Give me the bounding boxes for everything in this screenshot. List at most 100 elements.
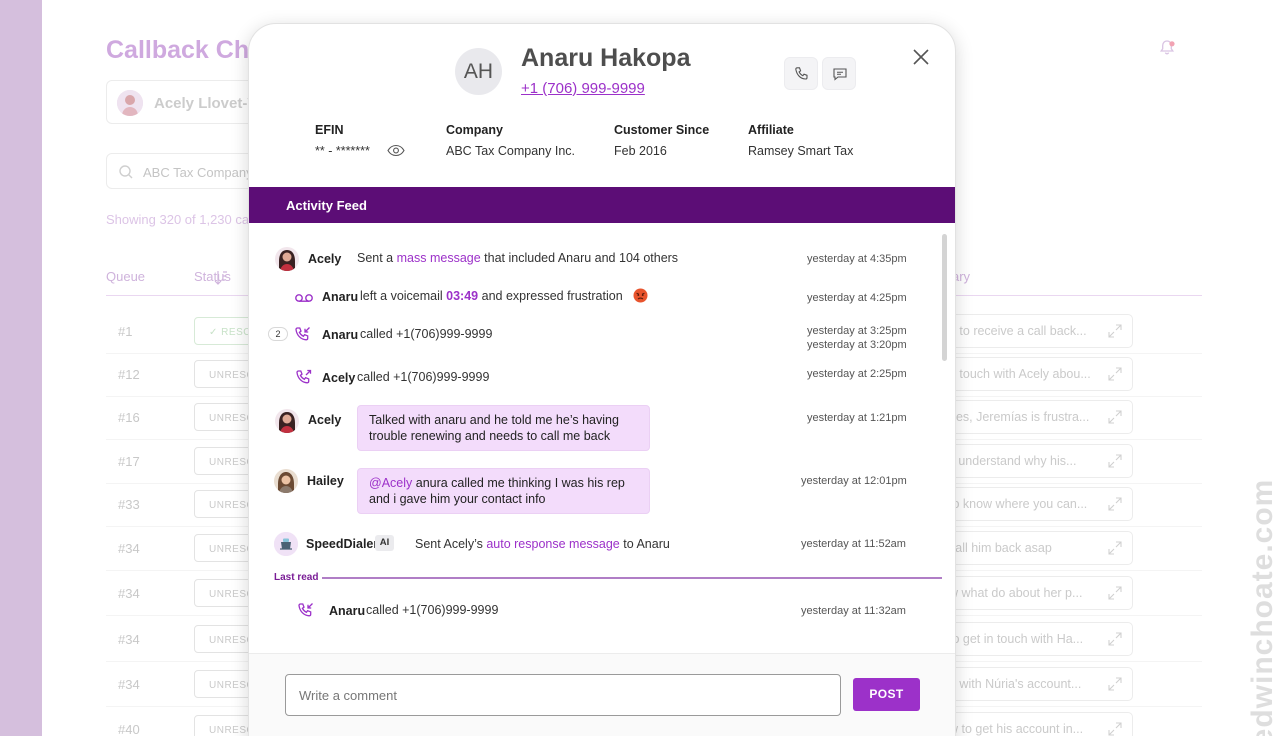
queue-number: #34 (118, 632, 140, 647)
feed-item-text: called +1(706)999-9999 (360, 327, 493, 341)
expand-icon[interactable] (1108, 497, 1122, 511)
feed-item-time: yesterday at 1:21pm (807, 412, 907, 424)
incoming-call-icon (295, 327, 310, 341)
efin-label: EFIN (315, 123, 344, 137)
expand-icon[interactable] (1108, 632, 1122, 646)
feed-item-author: Acely (322, 371, 356, 385)
affiliate-label: Affiliate (748, 123, 794, 137)
call-count-badge: 2 (268, 327, 288, 341)
summary-cell[interactable]: call him back asap (938, 531, 1133, 565)
last-read-label: Last read (274, 572, 319, 583)
chat-icon (833, 68, 847, 81)
voicemail-duration-link[interactable]: 03:49 (446, 289, 478, 303)
queue-number: #34 (118, 541, 140, 556)
summary-cell[interactable]: g with Núria's account... (938, 667, 1133, 701)
feed-item-author: Acely (308, 252, 342, 266)
comment-composer: POST (249, 653, 955, 736)
summary-cell[interactable]: g to receive a call back... (938, 314, 1133, 348)
call-button[interactable] (784, 57, 818, 90)
summary-cell[interactable]: w to get his account in... (938, 712, 1133, 736)
feed-item-time: yesterday at 3:25pm (807, 325, 907, 337)
post-button[interactable]: POST (853, 678, 920, 711)
comment-field[interactable] (285, 674, 841, 716)
scrollbar[interactable] (942, 234, 947, 361)
feed-item-text: called +1(706)999-9999 (366, 603, 499, 617)
customer-since-label: Customer Since (614, 123, 710, 137)
activity-feed-header: Activity Feed (249, 187, 955, 223)
affiliate-field: Affiliate Ramsey Smart Tax (748, 123, 853, 158)
col-queue[interactable]: Queue (106, 269, 145, 284)
angry-emoji-icon (633, 288, 648, 303)
company-field: Company ABC Tax Company Inc. (446, 123, 575, 158)
last-read-divider (322, 577, 942, 579)
watermark: edwinchoate.com (1246, 478, 1279, 736)
col-status[interactable]: Status (194, 269, 231, 284)
summary-cell[interactable]: w what do about her p... (938, 576, 1133, 610)
expand-icon[interactable] (1108, 541, 1122, 555)
summary-cell[interactable]: to get in touch with Ha... (938, 622, 1133, 656)
speeddialer-avatar (274, 532, 298, 556)
summary-cell[interactable]: nes, Jeremías is frustra... (938, 400, 1133, 434)
company-value: ABC Tax Company Inc. (446, 144, 575, 158)
contact-modal: AH Anaru Hakopa +1 (706) 999-9999 EFIN *… (248, 23, 956, 736)
app-root: Callback Che Acely Llovet-V ABC Tax Comp… (0, 0, 1280, 736)
bell-icon[interactable] (1157, 38, 1177, 58)
efin-field: EFIN ** - ******* (315, 123, 370, 158)
comment-input[interactable] (286, 675, 840, 715)
efin-value: ** - ******* (315, 144, 370, 158)
close-icon[interactable] (911, 47, 931, 67)
queue-number: #12 (118, 367, 140, 382)
feed-item-text: left a voicemail 03:49 and expressed fru… (360, 289, 623, 303)
avatar (275, 247, 299, 271)
expand-icon[interactable] (1108, 324, 1122, 338)
feed-item-author: Hailey (307, 474, 344, 488)
ai-badge: AI (375, 535, 394, 551)
side-rail (0, 0, 42, 736)
feed-item-text: Sent Acely’s auto response message to An… (415, 537, 670, 551)
expand-icon[interactable] (1108, 367, 1122, 381)
feed-item-author: SpeedDialer (306, 537, 379, 551)
results-count: Showing 320 of 1,230 cal (106, 212, 252, 227)
expand-icon[interactable] (1108, 454, 1122, 468)
affiliate-value: Ramsey Smart Tax (748, 144, 854, 158)
contact-phone-link[interactable]: +1 (706) 999-9999 (521, 80, 645, 97)
mention-link[interactable]: @Acely (369, 476, 412, 490)
queue-number: #34 (118, 586, 140, 601)
queue-number: #34 (118, 677, 140, 692)
eye-icon[interactable] (387, 144, 405, 157)
avatar (275, 409, 299, 433)
feed-item-time: yesterday at 3:20pm (807, 339, 907, 351)
feed-item-time: yesterday at 2:25pm (807, 368, 907, 380)
summary-cell[interactable]: to know where you can... (938, 487, 1133, 521)
auto-response-link[interactable]: auto response message (486, 537, 619, 551)
feed-item-time: yesterday at 12:01pm (801, 475, 907, 487)
agent-avatar (117, 90, 143, 116)
phone-icon (795, 67, 808, 80)
queue-number: #16 (118, 410, 140, 425)
feed-item-author: Anaru (329, 604, 366, 618)
feed-item-text: called +1(706)999-9999 (357, 370, 490, 384)
feed-item-author: Anaru (322, 328, 359, 342)
message-button[interactable] (822, 57, 856, 90)
company-label: Company (446, 123, 503, 137)
queue-number: #17 (118, 454, 140, 469)
queue-number: #33 (118, 497, 140, 512)
page-title: Callback Che (106, 36, 264, 64)
feed-item-time: yesterday at 4:35pm (807, 253, 907, 265)
expand-icon[interactable] (1108, 410, 1122, 424)
incoming-call-icon (298, 603, 313, 617)
expand-icon[interactable] (1108, 586, 1122, 600)
expand-icon[interactable] (1108, 677, 1122, 691)
voicemail-icon (295, 294, 313, 302)
summary-cell[interactable]: n touch with Acely abou... (938, 357, 1133, 391)
feed-item-text: Sent a mass message that included Anaru … (357, 251, 679, 265)
feed-item-author: Anaru (322, 290, 359, 304)
feed-item-author: Acely (308, 413, 342, 427)
search-value: ABC Tax Company (143, 165, 253, 180)
summary-cell[interactable]: 't understand why his... (938, 444, 1133, 478)
mass-message-link[interactable]: mass message (397, 251, 481, 265)
feed-item-time: yesterday at 11:52am (801, 538, 906, 550)
feed-item-time: yesterday at 11:32am (801, 605, 906, 617)
contact-avatar: AH (455, 48, 502, 95)
expand-icon[interactable] (1108, 722, 1122, 736)
